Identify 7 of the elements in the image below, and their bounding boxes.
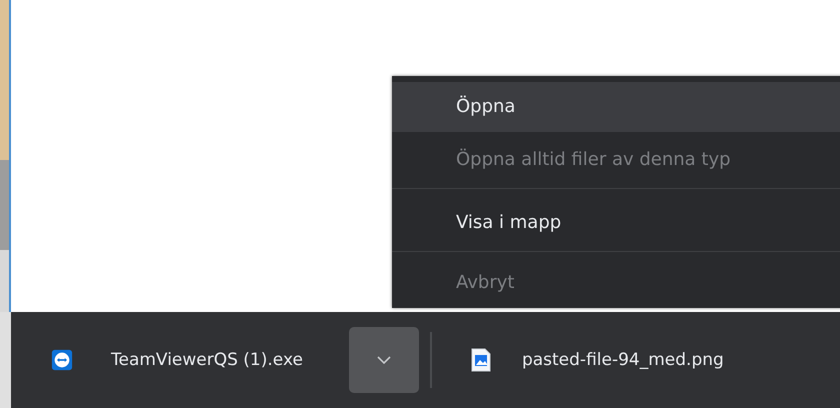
image-file-icon[interactable] bbox=[470, 348, 492, 372]
menu-item[interactable]: Visa i mapp bbox=[392, 195, 840, 252]
app-icon[interactable] bbox=[51, 348, 73, 372]
menu-item[interactable]: Öppna bbox=[392, 82, 840, 132]
download-filename[interactable]: pasted-file-94_med.png bbox=[522, 350, 724, 370]
chevron-down-icon bbox=[376, 356, 391, 364]
download-filename[interactable]: TeamViewerQS (1).exe bbox=[111, 350, 303, 370]
